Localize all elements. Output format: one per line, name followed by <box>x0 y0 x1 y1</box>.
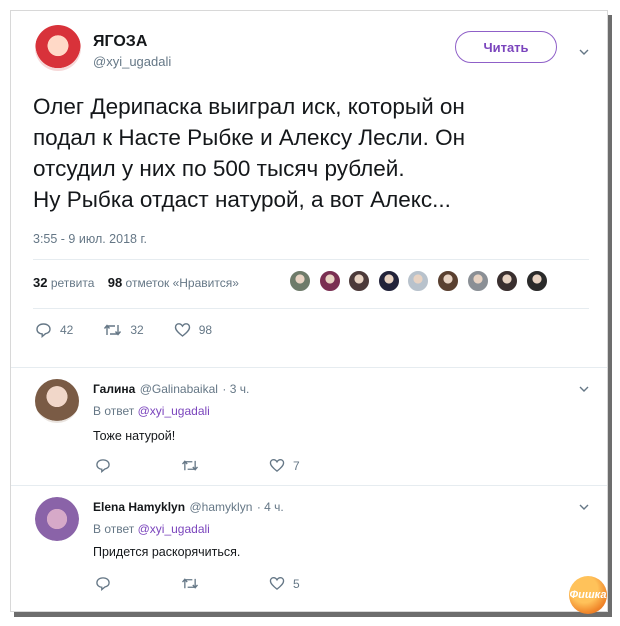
reply-context: В ответ @xyi_ugadali <box>93 522 210 536</box>
retweet-count: 32 <box>130 323 144 337</box>
reply-actions: 7 <box>95 458 330 473</box>
heart-icon <box>269 577 285 590</box>
author-display-name[interactable]: ЯГОЗА <box>93 33 147 51</box>
reply-time[interactable]: · 4 ч. <box>257 500 284 514</box>
heart-icon <box>174 323 190 337</box>
like-count: 7 <box>293 458 300 473</box>
like-count: 5 <box>293 576 300 591</box>
reply-text: Придется раскорячиться. <box>93 545 241 559</box>
chevron-down-icon[interactable] <box>579 502 589 512</box>
likes-label[interactable]: отметок «Нравится» <box>126 276 239 290</box>
divider <box>33 259 589 260</box>
reply-action[interactable]: 42 <box>35 322 73 338</box>
divider <box>33 308 589 309</box>
tweet-actions: 42 32 98 <box>35 322 242 338</box>
reply-icon <box>96 459 110 473</box>
liker-avatar[interactable] <box>377 270 400 292</box>
retweet-action[interactable] <box>181 576 207 591</box>
retweet-icon <box>181 460 199 471</box>
retweet-icon <box>104 324 122 336</box>
chevron-down-icon[interactable] <box>579 384 589 394</box>
author-username[interactable]: @xyi_ugadali <box>93 54 171 69</box>
retweet-icon <box>181 578 199 589</box>
like-action[interactable]: 5 <box>269 576 300 591</box>
like-action[interactable]: 98 <box>174 322 212 338</box>
reply-avatar[interactable] <box>35 497 79 541</box>
reply-avatar[interactable] <box>35 379 79 423</box>
divider <box>11 485 607 486</box>
reply-actions: 5 <box>95 576 330 591</box>
reply-header: Галина @Galinabaikal · 3 ч. <box>93 380 249 398</box>
follow-button[interactable]: Читать <box>455 31 557 63</box>
retweet-action[interactable]: 32 <box>103 322 144 338</box>
liker-avatar[interactable] <box>466 270 489 292</box>
retweets-label[interactable]: ретвита <box>51 276 95 290</box>
author-avatar[interactable] <box>35 25 81 71</box>
retweets-count[interactable]: 32 <box>33 275 47 290</box>
reply-header: Elena Hamyklyn @hamyklyn · 4 ч. <box>93 498 284 516</box>
tweet-card: ЯГОЗА @xyi_ugadali Читать Олег Дерипаска… <box>10 10 608 614</box>
liker-avatar[interactable] <box>348 270 371 292</box>
tweet-text-line: Ну Рыбка отдаст натурой, а вот Алекс... <box>33 187 451 212</box>
reply-author-name[interactable]: Галина <box>93 382 135 396</box>
reply-to-link[interactable]: @xyi_ugadali <box>138 522 210 536</box>
like-action[interactable]: 7 <box>269 458 300 473</box>
likes-count[interactable]: 98 <box>108 275 122 290</box>
reply-prefix: В ответ <box>93 522 135 536</box>
chevron-down-icon[interactable] <box>579 47 589 57</box>
reply-author-handle[interactable]: @Galinabaikal <box>140 382 218 396</box>
reply-action[interactable] <box>95 458 119 473</box>
reply-author-name[interactable]: Elena Hamyklyn <box>93 500 185 514</box>
watermark-logo: Фишка <box>569 576 607 614</box>
tweet-text-line: Олег Дерипаска выиграл иск, который он <box>33 94 465 119</box>
tweet-timestamp[interactable]: 3:55 - 9 июл. 2018 г. <box>33 232 147 246</box>
reply-icon <box>96 577 110 591</box>
reply-action[interactable] <box>95 576 119 591</box>
liker-avatar[interactable] <box>289 270 311 292</box>
reply-count: 42 <box>60 323 74 337</box>
liker-avatar[interactable] <box>525 270 548 292</box>
likers-avatars <box>289 270 555 292</box>
reply-context: В ответ @xyi_ugadali <box>93 404 210 418</box>
liker-avatar[interactable] <box>318 270 341 292</box>
like-count: 98 <box>198 323 213 337</box>
liker-avatar[interactable] <box>407 270 430 292</box>
reply-time[interactable]: · 3 ч. <box>222 382 249 396</box>
tweet-text-line: отсудил у них по 500 тысяч рублей. <box>33 156 405 181</box>
tweet-text: Олег Дерипаска выиграл иск, который он п… <box>33 91 593 215</box>
reply-icon <box>36 323 51 338</box>
tweet-stats: 32 ретвита 98 отметок «Нравится» <box>33 275 239 290</box>
retweet-action[interactable] <box>181 458 207 473</box>
liker-avatar[interactable] <box>496 270 519 292</box>
reply-text: Тоже натурой! <box>93 429 176 443</box>
reply-author-handle[interactable]: @hamyklyn <box>190 500 253 514</box>
reply-to-link[interactable]: @xyi_ugadali <box>138 404 210 418</box>
reply-prefix: В ответ <box>93 404 135 418</box>
heart-icon <box>269 459 285 472</box>
tweet-text-line: подал к Насте Рыбке и Алексу Лесли. Он <box>33 125 466 150</box>
divider <box>11 367 607 368</box>
liker-avatar[interactable] <box>436 270 459 292</box>
